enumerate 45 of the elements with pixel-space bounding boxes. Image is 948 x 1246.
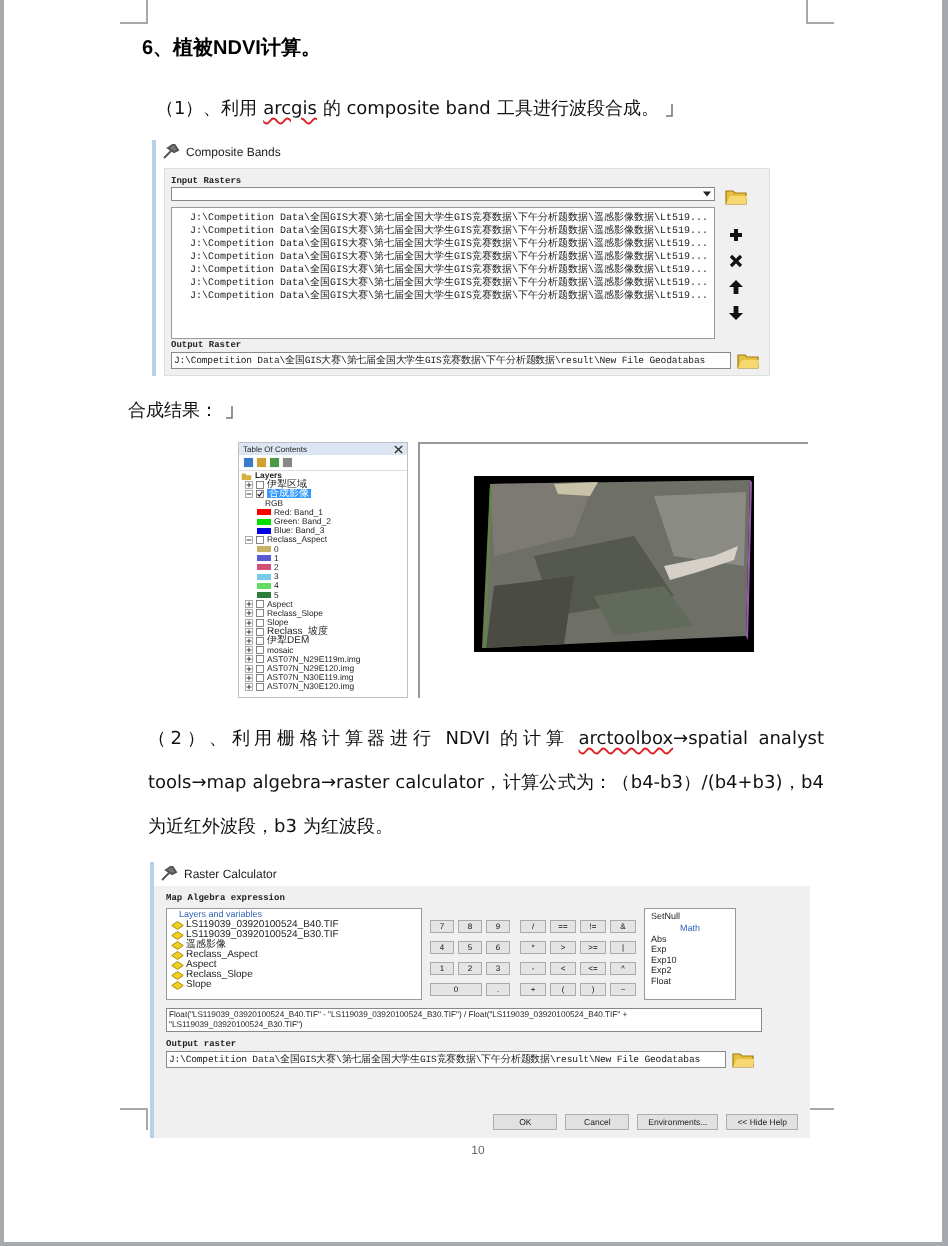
up-arrow-icon[interactable] bbox=[728, 279, 744, 295]
close-icon[interactable] bbox=[394, 444, 403, 454]
expand-icon[interactable] bbox=[245, 664, 253, 673]
close-icon[interactable] bbox=[728, 253, 744, 269]
raster-list[interactable] bbox=[171, 207, 715, 339]
expand-icon[interactable] bbox=[245, 646, 253, 655]
checkbox[interactable] bbox=[256, 673, 264, 682]
paragraph-mark-icon bbox=[664, 104, 675, 118]
input-dropdown[interactable] bbox=[171, 187, 715, 201]
heading: 6、植被NDVI计算。 bbox=[142, 36, 321, 62]
expand-icon[interactable] bbox=[245, 682, 253, 691]
checkbox[interactable] bbox=[256, 489, 264, 498]
hammer-icon bbox=[160, 866, 178, 882]
plus-icon[interactable] bbox=[728, 227, 744, 243]
expand-icon[interactable] bbox=[245, 655, 253, 664]
checkbox[interactable] bbox=[256, 600, 264, 609]
layers-icon bbox=[241, 471, 252, 480]
checkbox[interactable] bbox=[256, 664, 264, 673]
expand-icon[interactable] bbox=[245, 636, 253, 645]
checkbox[interactable] bbox=[256, 627, 264, 636]
paragraph: （1）、利用 arcgis 的 composite band 工具进行波段合成。 bbox=[156, 98, 659, 124]
folder-icon[interactable] bbox=[725, 187, 747, 205]
collapse-icon[interactable] bbox=[245, 535, 253, 544]
checkbox[interactable] bbox=[256, 618, 264, 627]
expand-icon[interactable] bbox=[245, 618, 253, 627]
expand-icon[interactable] bbox=[245, 627, 253, 636]
checkbox[interactable] bbox=[256, 682, 264, 691]
folder-icon[interactable] bbox=[732, 1050, 754, 1068]
paragraph: （2）、利用栅格计算器进行 NDVI 的计算 arctoolbox→spatial analyst tools→map algebra→raster calculator，计算公式为：（b4-b3）/(b4+b3)，b4 为近红外波段，b3 为红波段。 bbox=[148, 727, 824, 842]
checkbox[interactable] bbox=[256, 636, 264, 645]
caret-icon bbox=[702, 190, 712, 198]
result-label: 合成结果： bbox=[128, 400, 218, 426]
checkbox[interactable] bbox=[256, 655, 264, 664]
folder-icon[interactable] bbox=[737, 351, 759, 369]
paragraph-mark-icon bbox=[224, 406, 234, 420]
checkbox[interactable] bbox=[256, 535, 264, 544]
checkbox[interactable] bbox=[256, 480, 264, 489]
expand-icon[interactable] bbox=[245, 480, 253, 489]
checkbox[interactable] bbox=[256, 609, 264, 618]
hammer-icon bbox=[162, 144, 180, 160]
expand-icon[interactable] bbox=[245, 609, 253, 618]
checkbox[interactable] bbox=[256, 646, 264, 655]
down-arrow-icon[interactable] bbox=[728, 305, 744, 321]
expand-icon[interactable] bbox=[245, 673, 253, 682]
expand-icon[interactable] bbox=[245, 600, 253, 609]
